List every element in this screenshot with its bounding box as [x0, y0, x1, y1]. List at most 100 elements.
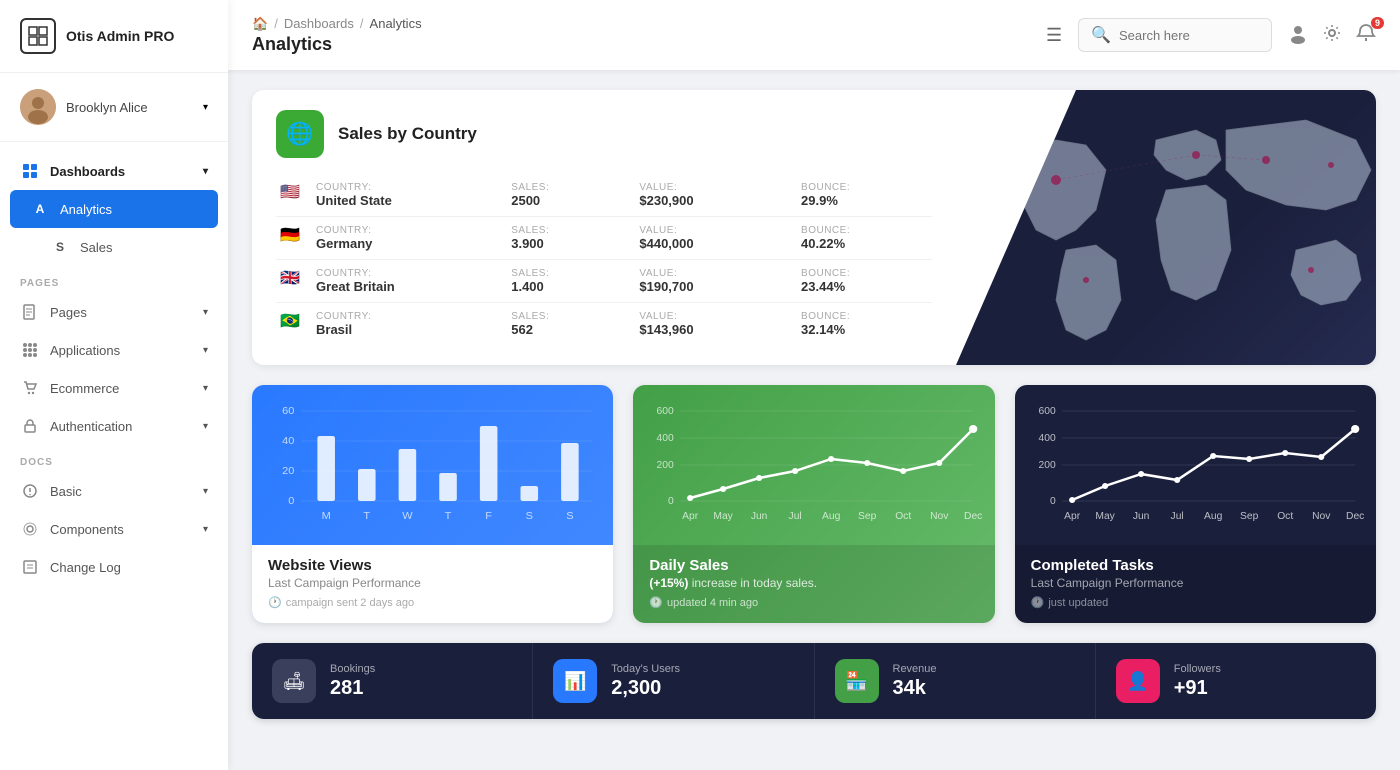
bookings-value: 281 [330, 677, 375, 700]
sidebar-item-applications[interactable]: Applications ▾ [0, 331, 228, 369]
completed-tasks-footer: 🕐 just updated [1031, 596, 1360, 609]
sidebar-item-authentication[interactable]: Authentication ▾ [0, 407, 228, 445]
svg-text:20: 20 [282, 465, 294, 476]
svg-text:0: 0 [668, 496, 674, 507]
changelog-icon [20, 557, 40, 577]
followers-icon: 👤 [1116, 659, 1160, 703]
svg-text:400: 400 [1038, 433, 1056, 444]
sidebar-item-ecommerce[interactable]: Ecommerce ▾ [0, 369, 228, 407]
sidebar-item-analytics[interactable]: A Analytics [10, 190, 218, 228]
country-row: 🇧🇷 Country: Brasil Sales: 562 Value: $14… [276, 303, 932, 346]
country-row: 🇺🇸 Country: United State Sales: 2500 Val… [276, 174, 932, 217]
svg-text:S: S [566, 510, 573, 521]
svg-text:S: S [526, 510, 533, 521]
svg-text:Jun: Jun [751, 511, 768, 522]
search-input[interactable] [1119, 28, 1259, 43]
user-icon[interactable] [1288, 23, 1308, 48]
svg-text:Jul: Jul [789, 511, 802, 522]
hamburger-icon[interactable]: ☰ [1046, 25, 1062, 46]
changelog-label: Change Log [50, 560, 121, 575]
user-chevron-icon: ▾ [203, 102, 208, 113]
completed-tasks-info: Completed Tasks Last Campaign Performanc… [1015, 545, 1376, 623]
sales-card-header: 🌐 Sales by Country [276, 110, 932, 158]
logo-icon [20, 18, 56, 54]
svg-text:200: 200 [1038, 460, 1056, 471]
ecommerce-label: Ecommerce [50, 381, 119, 396]
authentication-label: Authentication [50, 419, 132, 434]
settings-icon[interactable] [1322, 23, 1342, 48]
avatar [20, 89, 56, 125]
pages-chevron-icon: ▾ [203, 307, 208, 318]
completed-tasks-subtitle: Last Campaign Performance [1031, 576, 1360, 590]
clock-icon-3: 🕐 [1031, 596, 1045, 609]
sales-label: Sales [80, 240, 113, 255]
pages-icon [20, 302, 40, 322]
sales-letter: S [50, 237, 70, 257]
stat-followers: 👤 Followers +91 [1096, 643, 1376, 719]
sidebar-nav: Dashboards ▾ A Analytics S Sales PAGES P… [0, 142, 228, 770]
svg-text:T: T [363, 510, 370, 521]
stat-bookings: 🛋 Bookings 281 [252, 643, 533, 719]
website-views-chart: 60 40 20 0 M T [252, 385, 613, 545]
search-box[interactable]: 🔍 [1078, 18, 1272, 52]
sidebar-item-pages[interactable]: Pages ▾ [0, 293, 228, 331]
today_users-icon: 📊 [553, 659, 597, 703]
svg-text:Apr: Apr [1064, 511, 1081, 522]
svg-text:F: F [485, 510, 492, 521]
pages-label: Pages [50, 305, 87, 320]
website-views-card: 60 40 20 0 M T [252, 385, 613, 623]
stats-row: 🛋 Bookings 281 📊 Today's Users 2,300 🏪 R… [252, 643, 1376, 719]
daily-sales-subtitle: (+15%) increase in today sales. [649, 576, 978, 590]
daily-sales-chart: 600 400 200 0 [633, 385, 994, 545]
svg-text:Oct: Oct [896, 511, 912, 522]
content: 🌐 Sales by Country 🇺🇸 Country: United St… [228, 70, 1400, 770]
svg-text:Dec: Dec [1346, 511, 1364, 522]
breadcrumb: 🏠 / Dashboards / Analytics [252, 16, 1030, 32]
app-name: Otis Admin PRO [66, 28, 174, 44]
stat-revenue: 🏪 Revenue 34k [815, 643, 1096, 719]
sidebar-item-basic[interactable]: Basic ▾ [0, 472, 228, 510]
svg-text:40: 40 [282, 435, 294, 446]
main-area: 🏠 / Dashboards / Analytics Analytics ☰ 🔍… [228, 0, 1400, 770]
website-views-footer: 🕐 campaign sent 2 days ago [268, 596, 597, 609]
country-flag: 🇬🇧 [276, 260, 312, 303]
completed-tasks-card: 600 400 200 0 [1015, 385, 1376, 623]
completed-tasks-title: Completed Tasks [1031, 557, 1360, 574]
svg-text:Nov: Nov [1312, 511, 1331, 522]
daily-sales-info: Daily Sales (+15%) increase in today sal… [633, 545, 994, 623]
svg-text:May: May [714, 511, 734, 522]
ecommerce-chevron-icon: ▾ [203, 383, 208, 394]
svg-text:Aug: Aug [1204, 511, 1222, 522]
svg-text:600: 600 [657, 406, 675, 417]
svg-text:400: 400 [657, 433, 675, 444]
sales-left-panel: 🌐 Sales by Country 🇺🇸 Country: United St… [252, 90, 956, 365]
analytics-label: Analytics [60, 202, 112, 217]
breadcrumb-dashboards[interactable]: Dashboards [284, 16, 354, 31]
svg-text:M: M [322, 510, 331, 521]
sidebar-item-changelog[interactable]: Change Log [0, 548, 228, 586]
page-title: Analytics [252, 34, 1030, 55]
svg-text:Apr: Apr [682, 511, 699, 522]
world-map [956, 90, 1376, 365]
today_users-value: 2,300 [611, 677, 680, 700]
notification-badge: 9 [1371, 17, 1384, 29]
sidebar-item-components[interactable]: Components ▾ [0, 510, 228, 548]
revenue-icon: 🏪 [835, 659, 879, 703]
sidebar-item-dashboards[interactable]: Dashboards ▾ [0, 152, 228, 190]
basic-chevron-icon: ▾ [203, 486, 208, 497]
sidebar-item-sales[interactable]: S Sales [0, 228, 228, 266]
components-label: Components [50, 522, 124, 537]
svg-text:Jun: Jun [1132, 511, 1149, 522]
ecommerce-icon [20, 378, 40, 398]
user-profile[interactable]: Brooklyn Alice ▾ [0, 73, 228, 142]
notification-icon[interactable]: 9 [1356, 23, 1376, 48]
svg-text:May: May [1095, 511, 1115, 522]
daily-sales-highlight: (+15%) [649, 576, 688, 590]
country-flag: 🇩🇪 [276, 217, 312, 260]
country-table: 🇺🇸 Country: United State Sales: 2500 Val… [276, 174, 932, 345]
bookings-icon: 🛋 [272, 659, 316, 703]
app-logo: Otis Admin PRO [0, 0, 228, 73]
website-views-title: Website Views [268, 557, 597, 574]
components-chevron-icon: ▾ [203, 524, 208, 535]
completed-tasks-chart: 600 400 200 0 [1015, 385, 1376, 545]
